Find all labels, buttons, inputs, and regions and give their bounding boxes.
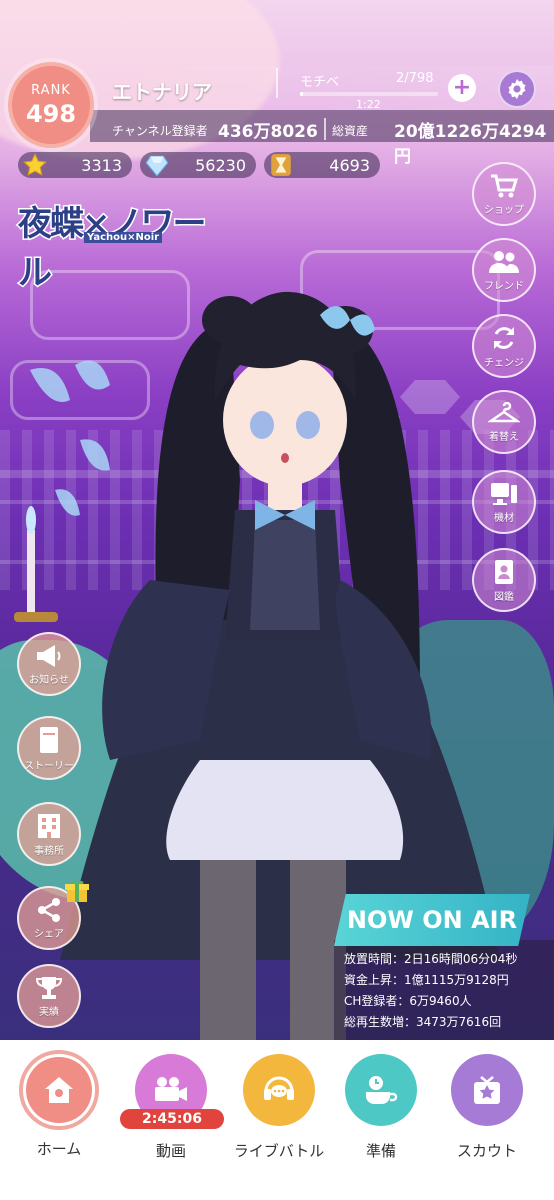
news-button[interactable]: お知らせ [17, 632, 81, 696]
hanger-icon [488, 401, 520, 422]
scout-tv-icon [474, 1076, 500, 1104]
story-button[interactable]: ストーリー [17, 716, 81, 780]
motive-label: モチベ [300, 75, 340, 90]
office-label: 事務所 [34, 845, 64, 857]
nav-live-battle-label: ライブバトル [233, 1142, 325, 1160]
hourglass-count: 4693 [329, 155, 370, 175]
office-button[interactable]: 事務所 [17, 802, 81, 866]
star-count: 3313 [81, 155, 122, 175]
dressup-button[interactable]: 着替え [472, 390, 536, 454]
now-on-air-title: NOW ON AIR [334, 894, 530, 946]
equipment-label: 機材 [494, 512, 514, 524]
motive-timer: 1:22 [356, 98, 381, 111]
change-label: チェンジ [484, 357, 524, 369]
rank-badge[interactable]: RANK 498 [8, 62, 94, 148]
logo-title: 夜蝶×ノワール [17, 203, 209, 295]
achievements-label: 実績 [39, 1006, 59, 1018]
shop-label: ショップ [484, 204, 524, 216]
live-battle-circle [243, 1054, 315, 1126]
hourglass-icon [266, 150, 296, 180]
funds-increase: 資金上昇：1億1115万9128円 [344, 973, 509, 987]
stats-divider [324, 118, 326, 140]
motive-progress-bar [300, 92, 438, 96]
change-button[interactable]: チェンジ [472, 314, 536, 378]
news-label: お知らせ [29, 674, 69, 686]
video-camera-icon [155, 1077, 187, 1101]
bottom-navigation: ホーム 動画 ライブバトル 準備 スカウト [0, 1040, 554, 1200]
rank-value: 498 [25, 99, 77, 128]
gear-icon [508, 79, 526, 99]
hourglass-currency[interactable]: 4693 [264, 152, 380, 178]
video-timer-badge: 2:45:06 [120, 1109, 224, 1129]
megaphone-icon [37, 644, 61, 667]
header-divider [276, 68, 278, 98]
logo-subtitle: Yachou×Noir [84, 232, 163, 243]
friend-button[interactable]: フレンド [472, 238, 536, 302]
headset-icon [264, 1076, 294, 1100]
share-icon [38, 897, 60, 922]
motive-progress-fill [300, 92, 303, 96]
assets-value: 20億1226万4294円 [394, 122, 547, 167]
rank-label: RANK [31, 82, 71, 98]
encyclopedia-button[interactable]: 図鑑 [472, 548, 536, 612]
assets-label: 総資産 [332, 124, 369, 138]
home-circle [26, 1057, 92, 1123]
office-icon [38, 813, 60, 838]
star-currency[interactable]: 3313 [18, 152, 132, 178]
subscribers-value: 436万8026 [218, 122, 318, 142]
nav-prepare-label: 準備 [365, 1142, 396, 1160]
motive-count: 2/798 [396, 71, 434, 86]
shop-button[interactable]: ショップ [472, 162, 536, 226]
home-icon [45, 1077, 73, 1103]
nav-scout-label: スカウト [456, 1142, 517, 1160]
star-icon [20, 150, 50, 180]
nav-home-label: ホーム [36, 1140, 82, 1158]
story-book-icon [40, 726, 58, 753]
views-increase: 総再生数増：3473万7616回 [344, 1015, 502, 1029]
cart-icon [491, 174, 519, 197]
dressup-label: 着替え [489, 431, 519, 443]
equipment-button[interactable]: 機材 [472, 470, 536, 534]
change-icon [494, 326, 514, 349]
diamond-icon [142, 150, 172, 180]
prepare-circle [345, 1054, 417, 1126]
gift-icon[interactable] [64, 878, 90, 904]
idle-time: 放置時間：2日16時間06分04秒 [344, 952, 518, 966]
subscribers-increase: CH登録者：6万9460人 [344, 994, 472, 1008]
player-name[interactable]: エトナリア [112, 76, 212, 105]
nav-home[interactable]: ホーム [14, 1050, 104, 1184]
settings-button[interactable] [498, 70, 536, 108]
add-motive-button[interactable]: + [448, 74, 476, 102]
achievements-button[interactable]: 実績 [17, 964, 81, 1028]
nav-scout[interactable]: スカウト [442, 1054, 532, 1184]
now-on-air-panel[interactable]: 放置時間：2日16時間06分04秒 資金上昇：1億1115万9128円 CH登録… [334, 894, 554, 1040]
home-ring [19, 1050, 99, 1130]
encyclopedia-label: 図鑑 [494, 591, 514, 603]
story-label: ストーリー [24, 760, 74, 772]
trophy-icon [35, 976, 63, 999]
now-on-air-body: 放置時間：2日16時間06分04秒 資金上昇：1億1115万9128円 CH登録… [334, 940, 554, 1040]
diamond-count: 56230 [195, 155, 246, 175]
scout-circle [451, 1054, 523, 1126]
nav-prepare[interactable]: 準備 [336, 1054, 426, 1184]
share-label: シェア [34, 928, 64, 940]
nav-live-battle[interactable]: ライブバトル [234, 1054, 324, 1184]
equipment-icon [491, 482, 517, 505]
subscribers-label: チャンネル登録者 [112, 124, 208, 138]
friend-label: フレンド [484, 280, 524, 292]
nav-video-label: 動画 [155, 1142, 186, 1160]
friends-icon [489, 250, 519, 273]
diamond-currency[interactable]: 56230 [140, 152, 256, 178]
book-icon [495, 559, 513, 584]
game-logo: 夜蝶×ノワール Yachou×Noir [17, 196, 214, 295]
coffee-icon [366, 1076, 398, 1104]
